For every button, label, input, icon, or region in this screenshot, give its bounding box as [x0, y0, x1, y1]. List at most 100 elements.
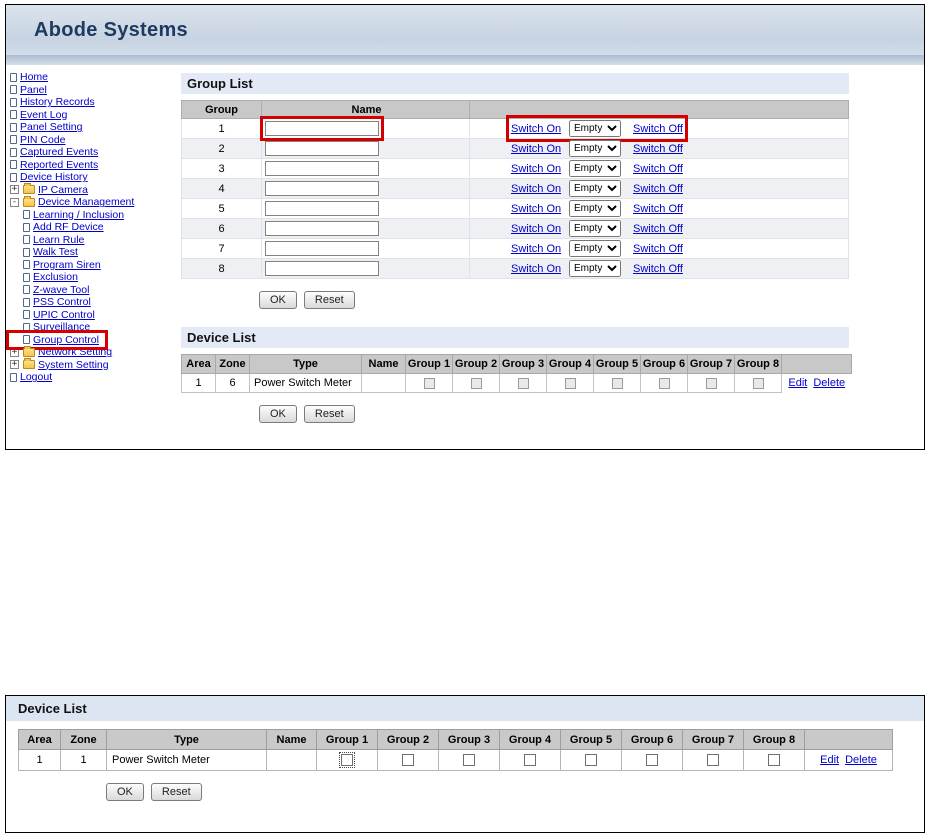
sidebar-item-exclusion[interactable]: Exclusion	[33, 271, 78, 283]
group-1-name-input[interactable]	[260, 116, 384, 141]
expander-plus-icon[interactable]: +	[10, 185, 19, 195]
page-icon	[23, 260, 30, 270]
device-group-4-checkbox[interactable]	[564, 377, 576, 389]
group-5-switch-on-link[interactable]: Switch On	[511, 203, 569, 215]
group-2-switch-off-link[interactable]: Switch Off	[633, 143, 683, 155]
device-group-8-checkbox[interactable]	[768, 754, 780, 767]
device-list-table: Area Zone Type Name Group 1 Group 2 Grou…	[181, 354, 852, 393]
sidebar-item-device-history[interactable]: Device History	[20, 171, 88, 183]
sidebar-item-captured-events[interactable]: Captured Events	[20, 146, 98, 158]
group-8-switch-on-link[interactable]: Switch On	[511, 263, 569, 275]
sidebar-item-event-log[interactable]: Event Log	[20, 109, 67, 121]
group-6-scene-select[interactable]: Empty	[569, 220, 621, 237]
device-group-1-checkbox[interactable]	[423, 377, 435, 389]
device-list-reset-button[interactable]: Reset	[150, 783, 202, 801]
sidebar-item-learning-inclusion[interactable]: Learning / Inclusion	[33, 209, 124, 221]
page-icon	[10, 122, 17, 132]
page-icon	[23, 272, 30, 282]
group-3-switch-on-link[interactable]: Switch On	[511, 163, 569, 175]
sidebar-item-add-rf-device[interactable]: Add RF Device	[33, 221, 104, 233]
group-4-switch-on-link[interactable]: Switch On	[511, 183, 569, 195]
sidebar-item-walk-test[interactable]: Walk Test	[33, 246, 78, 258]
device-group-2-checkbox[interactable]	[402, 754, 414, 767]
sidebar-item-panel[interactable]: Panel	[20, 84, 47, 96]
folder-icon	[23, 183, 35, 195]
group-3-scene-select[interactable]: Empty	[569, 160, 621, 177]
page-icon	[23, 222, 30, 232]
folder-icon	[23, 345, 35, 357]
group-7-switch-on-link[interactable]: Switch On	[511, 243, 569, 255]
sidebar-item-panel-setting[interactable]: Panel Setting	[20, 121, 82, 133]
group-8-scene-select[interactable]: Empty	[569, 260, 621, 277]
sidebar-item-network-setting[interactable]: Network Setting	[38, 346, 112, 358]
sidebar-item-ip-camera[interactable]: IP Camera	[38, 184, 88, 196]
group-7-switch-off-link[interactable]: Switch Off	[633, 243, 683, 255]
sidebar-item-upic-control[interactable]: UPIC Control	[33, 309, 95, 321]
group-list-ok-button[interactable]: OK	[259, 291, 297, 309]
device-name	[361, 373, 406, 393]
device-group-1-checkbox[interactable]	[339, 752, 355, 769]
group-1-scene-select[interactable]: Empty	[569, 120, 621, 137]
device-list-reset-button[interactable]: Reset	[303, 405, 355, 423]
page-icon	[23, 210, 30, 220]
device-group-6-checkbox[interactable]	[658, 377, 670, 389]
group-2-name-input[interactable]	[265, 141, 379, 156]
device-delete-link[interactable]: Delete	[845, 754, 877, 766]
group-6-switch-off-link[interactable]: Switch Off	[633, 223, 683, 235]
sidebar-item-z-wave-tool[interactable]: Z-wave Tool	[33, 284, 89, 296]
sidebar-item-history-records[interactable]: History Records	[20, 96, 95, 108]
col-group-6: Group 6	[640, 354, 688, 374]
group-2-scene-select[interactable]: Empty	[569, 140, 621, 157]
group-4-switch-off-link[interactable]: Switch Off	[633, 183, 683, 195]
group-7-scene-select[interactable]: Empty	[569, 240, 621, 257]
device-group-3-checkbox[interactable]	[517, 377, 529, 389]
sidebar-item-system-setting[interactable]: System Setting	[38, 359, 109, 371]
group-6-name-input[interactable]	[265, 221, 379, 236]
device-group-4-checkbox[interactable]	[524, 754, 536, 767]
group-5-switch-off-link[interactable]: Switch Off	[633, 203, 683, 215]
device-group-6-checkbox[interactable]	[646, 754, 658, 767]
device-edit-link[interactable]: Edit	[820, 754, 839, 766]
page-icon	[23, 235, 30, 245]
group-1-switch-on-link[interactable]: Switch On	[511, 123, 569, 135]
expander-minus-icon[interactable]: -	[10, 197, 19, 207]
group-8-switch-off-link[interactable]: Switch Off	[633, 263, 683, 275]
group-5-scene-select[interactable]: Empty	[569, 200, 621, 217]
device-group-7-checkbox[interactable]	[707, 754, 719, 767]
device-edit-link[interactable]: Edit	[788, 377, 807, 389]
sidebar-item-group-control[interactable]: Group Control	[33, 334, 99, 346]
device-group-2-checkbox[interactable]	[470, 377, 482, 389]
device-delete-link[interactable]: Delete	[813, 377, 845, 389]
group-6-switch-on-link[interactable]: Switch On	[511, 223, 569, 235]
group-4-scene-select[interactable]: Empty	[569, 180, 621, 197]
sidebar-item-reported-events[interactable]: Reported Events	[20, 159, 98, 171]
sidebar-item-learn-rule[interactable]: Learn Rule	[33, 234, 84, 246]
sidebar-item-logout[interactable]: Logout	[20, 371, 52, 383]
sidebar-item-home[interactable]: Home	[20, 71, 48, 83]
expander-plus-icon[interactable]: +	[10, 347, 19, 357]
group-8-name-input[interactable]	[265, 261, 379, 276]
sidebar-item-pin-code[interactable]: PIN Code	[20, 134, 66, 146]
device-group-5-checkbox[interactable]	[611, 377, 623, 389]
device-group-8-checkbox[interactable]	[752, 377, 764, 389]
device-list-ok-button[interactable]: OK	[106, 783, 144, 801]
group-1-switch-off-link[interactable]: Switch Off	[633, 123, 683, 135]
device-list-ok-button[interactable]: OK	[259, 405, 297, 423]
sidebar-item-pss-control[interactable]: PSS Control	[33, 296, 91, 308]
device-group-3-checkbox[interactable]	[463, 754, 475, 767]
group-3-switch-off-link[interactable]: Switch Off	[633, 163, 683, 175]
sidebar-item-program-siren[interactable]: Program Siren	[33, 259, 101, 271]
expander-plus-icon[interactable]: +	[10, 360, 19, 370]
device-group-5-checkbox[interactable]	[585, 754, 597, 767]
group-7-name-input[interactable]	[265, 241, 379, 256]
col-group-6: Group 6	[621, 729, 683, 750]
sidebar-item-surveillance[interactable]: Surveillance	[33, 321, 90, 333]
group-4-name-input[interactable]	[265, 181, 379, 196]
sidebar-row: UPIC Control	[10, 309, 169, 322]
group-2-switch-on-link[interactable]: Switch On	[511, 143, 569, 155]
device-group-7-checkbox[interactable]	[705, 377, 717, 389]
group-list-reset-button[interactable]: Reset	[303, 291, 355, 309]
sidebar-item-device-management[interactable]: Device Management	[38, 196, 134, 208]
group-5-name-input[interactable]	[265, 201, 379, 216]
group-3-name-input[interactable]	[265, 161, 379, 176]
